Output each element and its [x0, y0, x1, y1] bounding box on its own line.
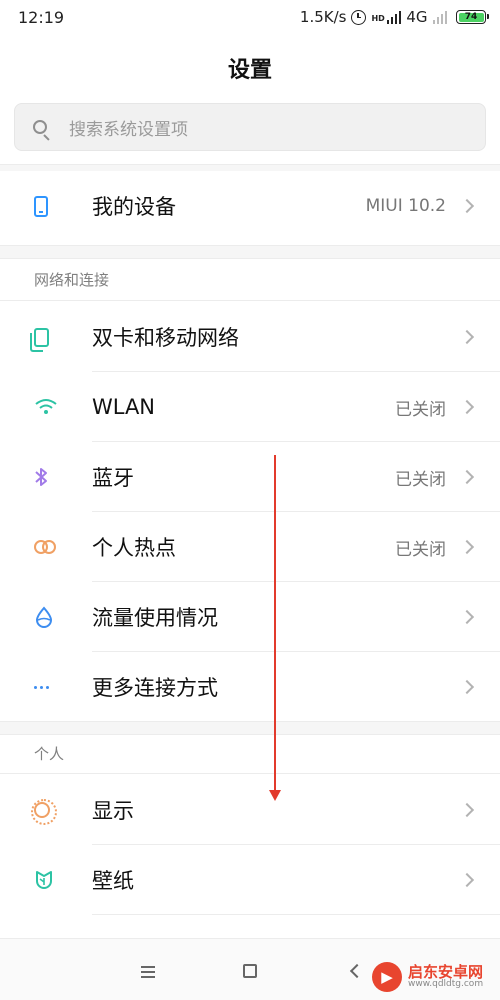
network-speed: 1.5K/s — [299, 8, 347, 26]
item-label: 蓝牙 — [92, 466, 134, 490]
wallpaper-icon — [36, 871, 52, 889]
alarm-icon — [351, 9, 367, 25]
settings-item-more-connections[interactable]: 更多连接方式 — [0, 652, 500, 722]
search-icon — [33, 120, 47, 134]
page-title: 设置 — [227, 58, 272, 83]
watermark: ▶ 启东安卓网 www.qdldtg.com — [372, 962, 483, 992]
status-time: 12:19 — [18, 7, 65, 27]
chevron-right-icon — [459, 198, 475, 214]
chevron-right-icon — [459, 399, 475, 415]
hotspot-icon — [34, 539, 58, 555]
signal-icon — [386, 10, 402, 24]
item-label: 壁纸 — [92, 869, 134, 893]
section-title-personal: 个人 — [34, 745, 65, 763]
divider — [0, 300, 500, 301]
wifi-icon — [35, 399, 57, 414]
annotation-arrow-head — [269, 790, 281, 801]
network-type: 4G — [406, 8, 428, 26]
divider — [0, 773, 500, 774]
item-label: 个人热点 — [92, 536, 176, 560]
battery-level: 74 — [458, 12, 484, 22]
watermark-name: 启东安卓网 — [408, 962, 484, 981]
menu-button[interactable] — [141, 966, 155, 981]
item-label: 我的设备 — [92, 195, 176, 219]
settings-item-data-usage[interactable]: 流量使用情况 — [0, 582, 500, 652]
hd-label: HD — [371, 14, 385, 23]
chevron-right-icon — [459, 872, 475, 888]
item-label: 双卡和移动网络 — [92, 326, 239, 350]
more-dots-icon — [34, 685, 49, 689]
settings-item-wlan[interactable]: WLAN 已关闭 — [0, 372, 500, 442]
item-label: 更多连接方式 — [92, 676, 218, 700]
chevron-right-icon — [459, 679, 475, 695]
watermark-logo-icon: ▶ — [372, 962, 402, 992]
chevron-right-icon — [459, 329, 475, 345]
settings-item-wallpaper[interactable]: 壁纸 — [0, 845, 500, 915]
section-gap — [0, 164, 500, 171]
status-bar: 12:19 1.5K/s HD 4G 74 — [0, 0, 500, 34]
item-label: WLAN — [92, 395, 156, 419]
search-placeholder: 搜索系统设置项 — [69, 119, 188, 140]
section-title-network: 网络和连接 — [34, 271, 110, 289]
settings-item-dual-sim[interactable]: 双卡和移动网络 — [0, 302, 500, 372]
dual-sim-icon — [30, 327, 49, 352]
section-gap — [0, 245, 500, 259]
item-value: 已关闭 — [395, 469, 446, 490]
phone-icon — [34, 195, 48, 217]
chevron-right-icon — [459, 802, 475, 818]
chevron-right-icon — [459, 469, 475, 485]
battery-icon: 74 — [456, 10, 489, 24]
settings-item-display[interactable]: 显示 — [0, 775, 500, 845]
signal-secondary-icon — [432, 10, 447, 24]
item-label: 流量使用情况 — [92, 606, 218, 630]
chevron-right-icon — [459, 609, 475, 625]
data-usage-icon — [35, 606, 53, 628]
search-input[interactable]: 搜索系统设置项 — [14, 103, 486, 151]
settings-item-bluetooth[interactable]: 蓝牙 已关闭 — [0, 442, 500, 512]
item-value: MIUI 10.2 — [365, 196, 446, 216]
item-value: 已关闭 — [395, 539, 446, 560]
annotation-arrow-line — [274, 455, 276, 793]
settings-item-my-device[interactable]: 我的设备 MIUI 10.2 — [0, 171, 500, 241]
home-button[interactable] — [243, 964, 257, 978]
divider — [92, 914, 500, 915]
item-value: 已关闭 — [395, 399, 446, 420]
display-brightness-icon — [31, 799, 57, 825]
status-indicators: 1.5K/s HD 4G 74 — [299, 8, 489, 26]
back-button[interactable] — [349, 963, 365, 979]
watermark-url: www.qdldtg.com — [408, 979, 484, 990]
bluetooth-icon — [35, 468, 47, 486]
settings-item-hotspot[interactable]: 个人热点 已关闭 — [0, 512, 500, 582]
chevron-right-icon — [459, 539, 475, 555]
section-gap — [0, 721, 500, 735]
